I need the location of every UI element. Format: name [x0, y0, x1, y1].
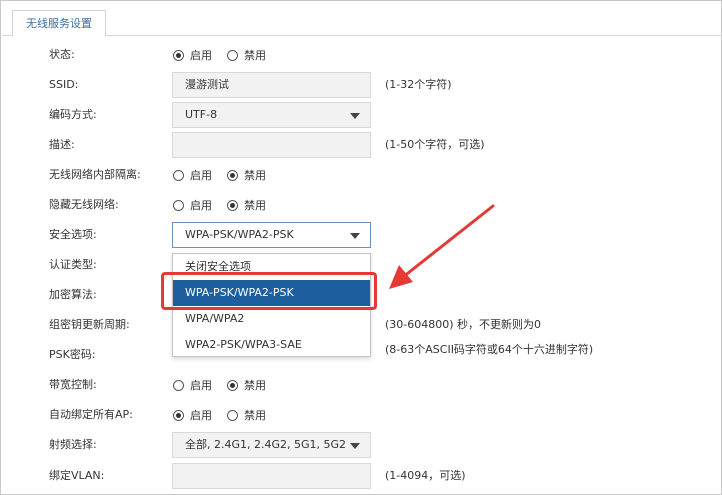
annotation-arrow-icon: [389, 204, 495, 289]
wireless-settings-panel: 无线服务设置 状态: 启用 禁用 SSID: 漫游测试 (1-32个字符) 编码…: [0, 0, 722, 495]
